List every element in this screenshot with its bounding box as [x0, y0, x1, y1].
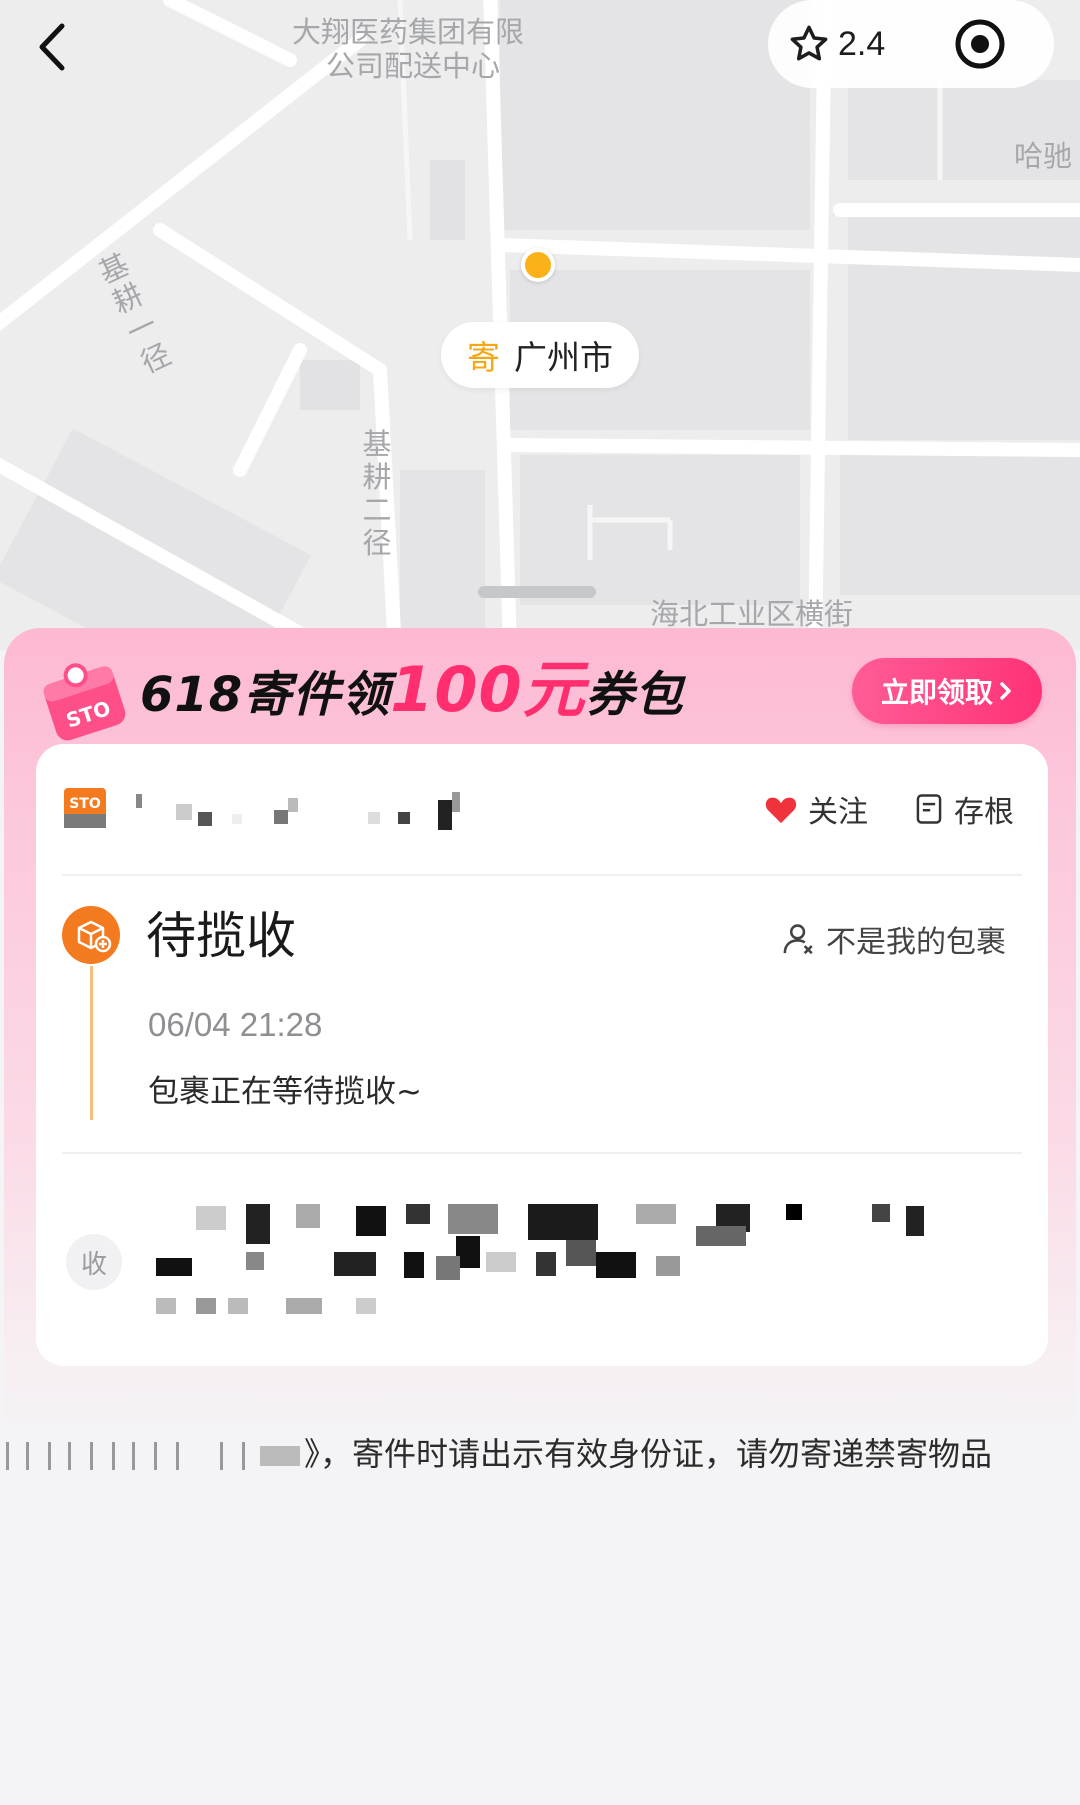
tracking-number-redacted: [136, 792, 460, 830]
notice-bar: 》，寄件时请出示有效身份证，请勿寄递禁寄物品: [4, 1426, 1076, 1482]
document-icon: [916, 794, 942, 824]
divider: [62, 874, 1022, 876]
follow-button[interactable]: 关注: [764, 786, 868, 832]
package-status-icon: [62, 906, 120, 964]
timeline-line: [90, 966, 93, 1120]
divider: [62, 1152, 1022, 1154]
chevron-right-icon: [1000, 682, 1011, 700]
promo-highlight: 100元: [390, 653, 586, 726]
follow-label: 关注: [808, 795, 868, 830]
sto-logo: STO: [64, 788, 106, 828]
map-label-street: 海北工业区横街: [650, 597, 854, 631]
sender-city-chip[interactable]: 寄 广州市: [441, 322, 639, 388]
target-icon: [955, 19, 1005, 69]
back-button[interactable]: [28, 14, 88, 80]
promo-banner[interactable]: STO 618寄件领100元券包 立即领取: [4, 628, 1076, 748]
not-my-package-label: 不是我的包裹: [826, 925, 1006, 960]
status-message: 包裹正在等待揽收~: [148, 1074, 422, 1110]
locate-button[interactable]: [952, 16, 1008, 72]
gift-box-icon: STO: [43, 663, 126, 741]
map-view[interactable]: 大翔医药集团有限 公司配送中心 哈驰 基耕一径 基耕二径 海北工业区横街 2.4…: [0, 0, 1080, 650]
package-card: STO 关注 存根 待揽收 不是我的包裹 06/04 21:28 包裹正在等待揽…: [36, 744, 1048, 1366]
send-tag: 寄: [467, 338, 500, 377]
receiver-badge: 收: [66, 1234, 122, 1290]
status-title: 待揽收: [146, 907, 296, 965]
claim-button[interactable]: 立即领取: [852, 658, 1042, 724]
sender-city: 广州市: [514, 338, 613, 377]
promo-text-b: 券包: [585, 667, 684, 723]
rating-button[interactable]: 2.4: [788, 18, 885, 70]
heart-icon: [765, 797, 797, 824]
stub-label: 存根: [954, 795, 1014, 830]
map-label-road-2: 基耕二径: [362, 427, 392, 560]
star-icon: [790, 25, 828, 61]
carrier-logo-text: STO: [69, 796, 101, 812]
map-label-hachi: 哈驰: [1014, 139, 1073, 173]
promo-headline: 618寄件领100元券包: [140, 652, 684, 728]
person-remove-icon: [783, 924, 813, 955]
receiver-info-redacted: [156, 1204, 924, 1314]
chevron-left-icon: [39, 23, 65, 71]
sheet-drag-handle[interactable]: [478, 586, 596, 598]
top-actions: 2.4: [768, 0, 1054, 88]
not-my-package-button[interactable]: 不是我的包裹: [782, 916, 1006, 962]
map-label-pharma-1: 大翔医药集团有限: [292, 15, 525, 49]
notice-text: 》，寄件时请出示有效身份证，请勿寄递禁寄物品: [304, 1435, 993, 1473]
notice-redacted: [6, 1442, 300, 1470]
stub-button[interactable]: 存根: [914, 786, 1014, 832]
map-label-pharma-2: 公司配送中心: [326, 49, 501, 83]
rating-value: 2.4: [838, 24, 886, 63]
promo-text-a: 618寄件领: [140, 667, 391, 723]
bottom-sheet: STO 618寄件领100元券包 立即领取 STO 关注 存根 待揽收 不是我的…: [4, 628, 1076, 1805]
claim-button-label: 立即领取: [880, 676, 993, 709]
sender-pin: [521, 248, 555, 282]
card-header: STO 关注 存根: [36, 744, 1048, 874]
status-time: 06/04 21:28: [148, 1006, 323, 1043]
